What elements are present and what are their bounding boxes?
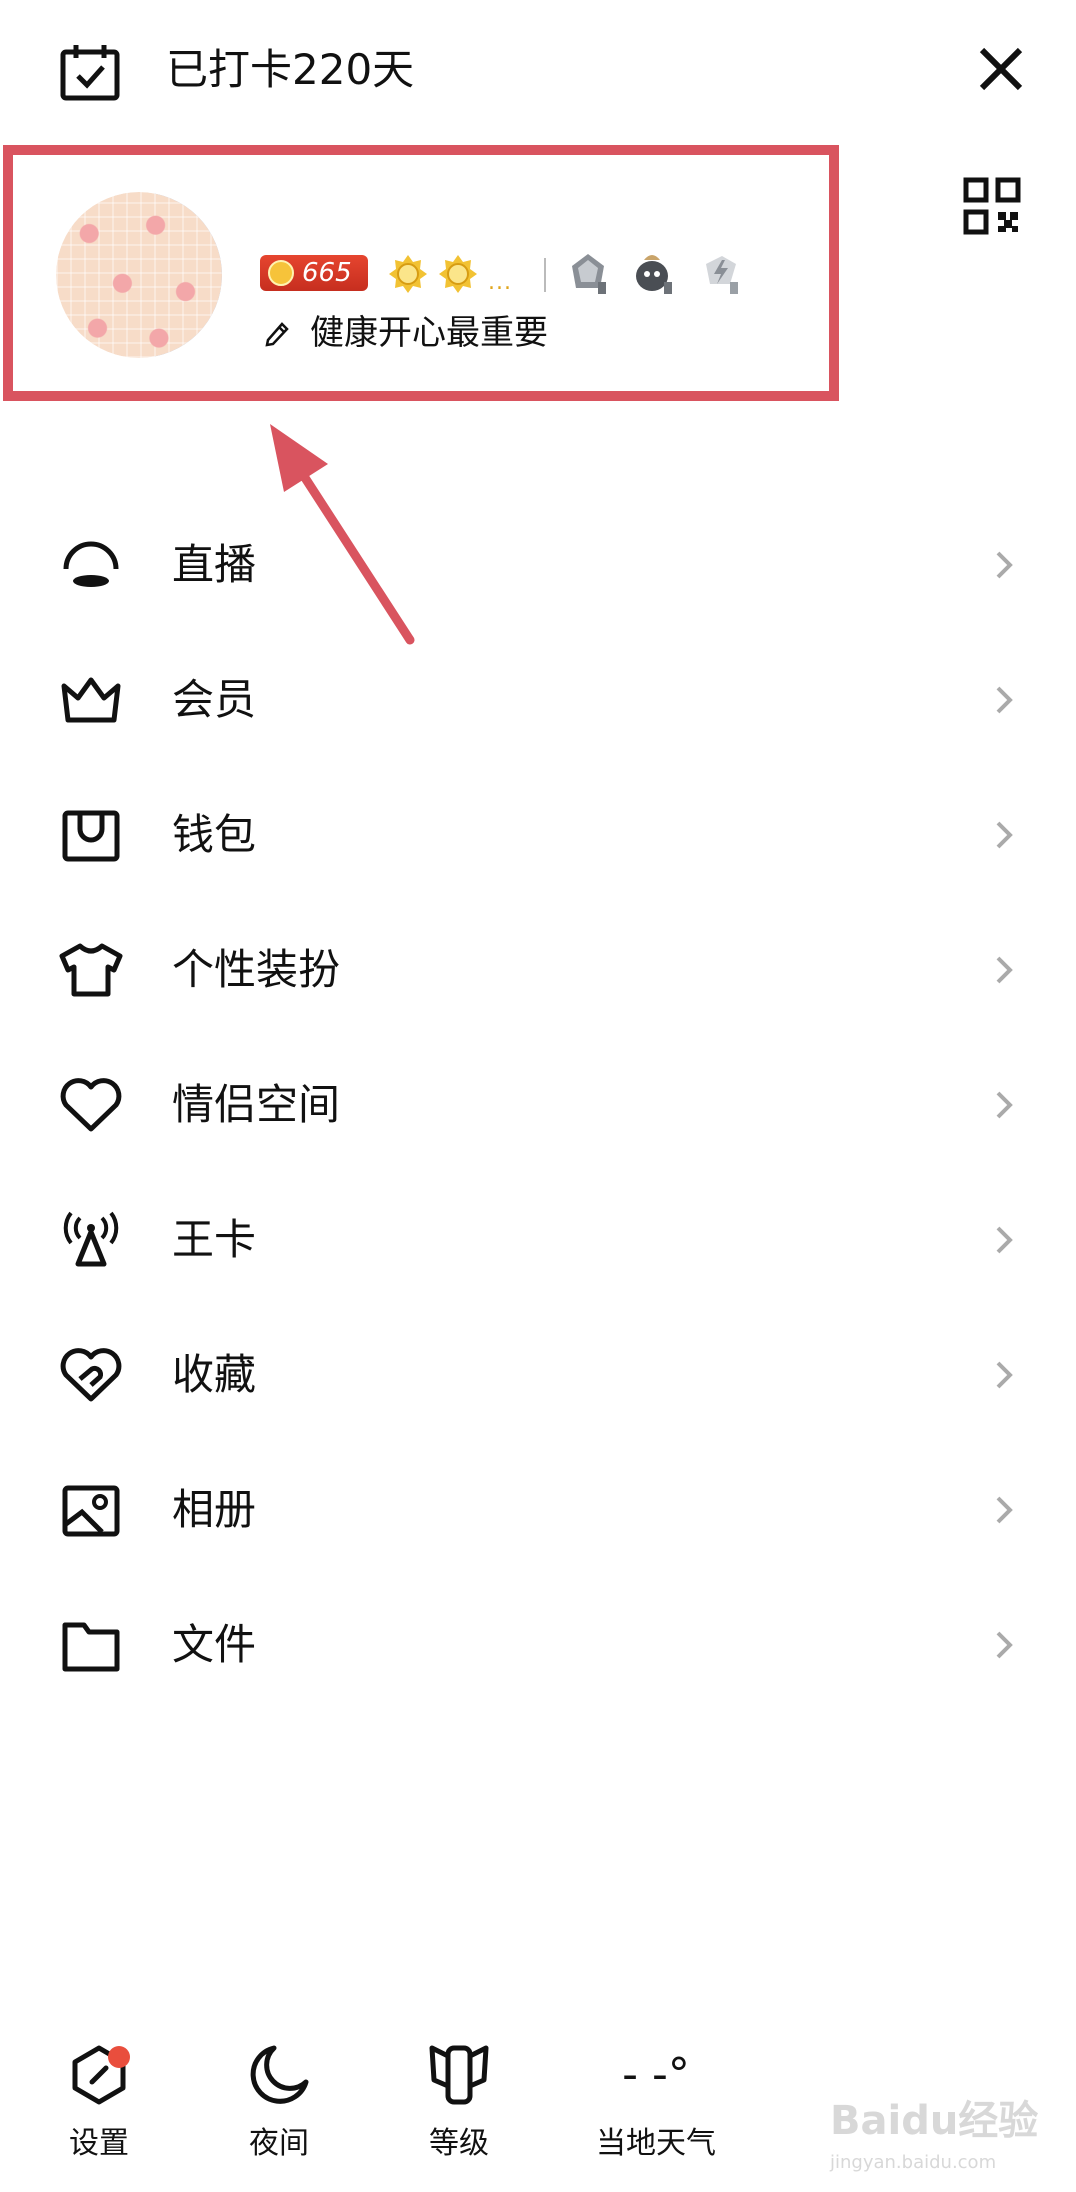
- chevron-right-icon: [990, 1220, 1018, 1260]
- menu-item-wallet[interactable]: 钱包: [0, 775, 1076, 895]
- game-badge-icon[interactable]: [564, 250, 612, 298]
- photo-album-icon: [58, 1480, 124, 1540]
- live-icon: [58, 535, 124, 595]
- badge-divider: [544, 258, 546, 292]
- folder-icon: [58, 1615, 124, 1675]
- close-icon: [979, 47, 1023, 91]
- signature-text[interactable]: 健康开心最重要: [310, 308, 548, 358]
- signal-tower-icon: [58, 1210, 124, 1270]
- watermark-url: jingyan.baidu.com: [830, 2152, 997, 2173]
- menu-label: 王卡: [172, 1215, 257, 1264]
- checkin-days-text[interactable]: 已打卡220天: [166, 38, 414, 102]
- pencil-icon[interactable]: [262, 318, 292, 348]
- lightning-badge-icon[interactable]: [696, 250, 744, 298]
- level-badge[interactable]: 665: [260, 255, 368, 291]
- wallet-icon: [58, 805, 124, 865]
- favorite-heart-icon: [58, 1345, 124, 1405]
- menu-label: 情侣空间: [172, 1080, 341, 1129]
- level-label: 等级: [429, 2126, 489, 2161]
- menu-label: 文件: [172, 1620, 257, 1669]
- chevron-right-icon: [990, 545, 1018, 585]
- level-number: 665: [302, 258, 352, 288]
- menu-label: 直播: [172, 540, 257, 589]
- menu-label: 相册: [172, 1485, 257, 1534]
- winged-level-icon: [424, 2040, 494, 2110]
- level-button[interactable]: 等级: [384, 2040, 534, 2170]
- sun-medal-icon[interactable]: [438, 254, 478, 294]
- chevron-right-icon: [990, 1625, 1018, 1665]
- crown-icon: [58, 670, 124, 730]
- menu-item-couple-space[interactable]: 情侣空间: [0, 1045, 1076, 1165]
- menu-item-album[interactable]: 相册: [0, 1450, 1076, 1570]
- close-button[interactable]: [966, 34, 1036, 104]
- qr-code-button[interactable]: [962, 176, 1022, 236]
- menu-item-personalize[interactable]: 个性装扮: [0, 910, 1076, 1030]
- sun-medal-icon[interactable]: [388, 254, 428, 294]
- chevron-right-icon: [990, 1355, 1018, 1395]
- menu-label: 收藏: [172, 1350, 257, 1399]
- night-mode-button[interactable]: 夜间: [204, 2040, 354, 2170]
- menu-item-vip[interactable]: 会员: [0, 640, 1076, 760]
- settings-button[interactable]: 设置: [24, 2040, 174, 2170]
- weather-button[interactable]: - -° 当地天气: [566, 2040, 746, 2170]
- menu-item-live[interactable]: 直播: [0, 505, 1076, 625]
- more-badges-indicator[interactable]: ...: [488, 270, 512, 295]
- chevron-right-icon: [990, 950, 1018, 990]
- heart-icon: [58, 1075, 124, 1135]
- tshirt-icon: [58, 940, 124, 1000]
- menu-label: 会员: [172, 675, 257, 724]
- calendar-check-icon[interactable]: [58, 40, 122, 104]
- watermark: Baidu经验: [830, 2098, 1039, 2144]
- chevron-right-icon: [990, 680, 1018, 720]
- weather-temperature: - -°: [622, 2049, 690, 2100]
- coin-icon: [268, 260, 294, 286]
- night-label: 夜间: [249, 2126, 309, 2161]
- chevron-right-icon: [990, 1490, 1018, 1530]
- menu-item-king-card[interactable]: 王卡: [0, 1180, 1076, 1300]
- menu-item-files[interactable]: 文件: [0, 1585, 1076, 1705]
- menu-label: 钱包: [172, 810, 257, 859]
- menu-item-favorites[interactable]: 收藏: [0, 1315, 1076, 1435]
- qr-code-icon: [963, 177, 1021, 235]
- moon-icon: [244, 2040, 314, 2110]
- avatar[interactable]: [56, 192, 222, 358]
- chevron-right-icon: [990, 1085, 1018, 1125]
- settings-label: 设置: [69, 2126, 129, 2161]
- weather-label: 当地天气: [596, 2126, 716, 2161]
- chevron-right-icon: [990, 815, 1018, 855]
- notification-dot: [108, 2046, 130, 2068]
- penguin-badge-icon[interactable]: [630, 250, 678, 298]
- menu-label: 个性装扮: [172, 945, 341, 994]
